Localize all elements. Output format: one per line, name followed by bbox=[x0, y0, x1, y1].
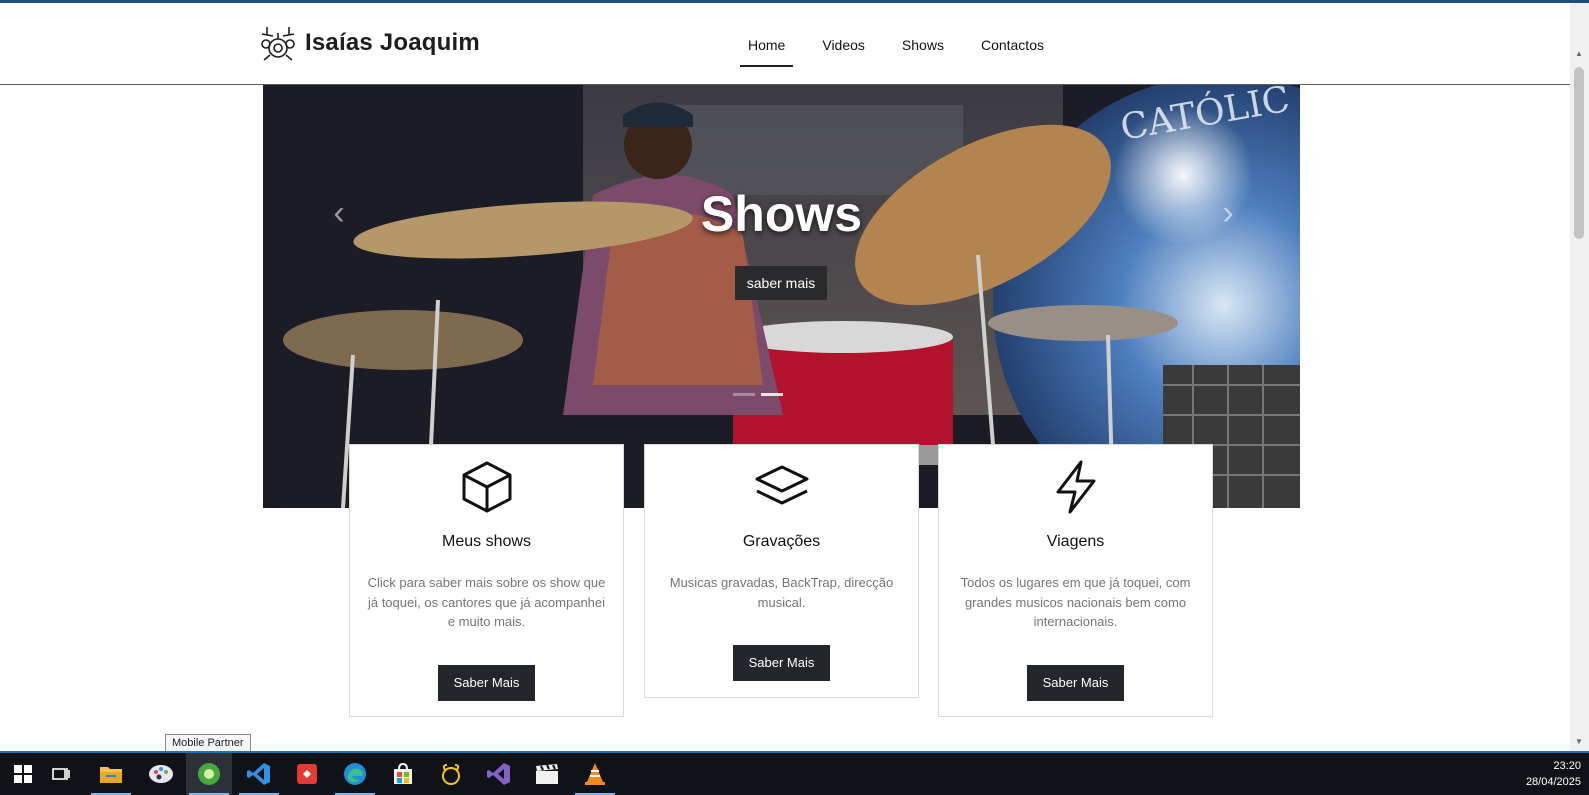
edge-icon[interactable] bbox=[332, 753, 378, 795]
scroll-thumb[interactable] bbox=[1574, 67, 1584, 239]
mobile-partner-icon[interactable] bbox=[186, 753, 232, 795]
hero-saber-mais-button[interactable]: saber mais bbox=[735, 266, 827, 300]
vlc-icon[interactable] bbox=[572, 753, 618, 795]
card-saber-mais-button[interactable]: Saber Mais bbox=[732, 645, 831, 681]
nav-link-home[interactable]: Home bbox=[740, 31, 794, 67]
app-icon[interactable] bbox=[428, 753, 474, 795]
carousel-indicator-1[interactable] bbox=[733, 393, 755, 396]
card-gravacoes: Gravações Musicas gravadas, BackTrap, di… bbox=[644, 444, 919, 698]
drum-kit-icon bbox=[261, 27, 295, 61]
task-view-icon[interactable] bbox=[38, 753, 84, 795]
nav-link-videos[interactable]: Videos bbox=[814, 31, 873, 67]
clock-date: 28/04/2025 bbox=[1525, 776, 1581, 788]
card-saber-mais-button[interactable]: Saber Mais bbox=[1026, 664, 1125, 701]
card-title: Meus shows bbox=[442, 533, 531, 550]
card-text: Click para saber mais sobre os show que … bbox=[367, 575, 606, 629]
clock-time: 23:20 bbox=[1553, 760, 1581, 772]
cube-icon bbox=[462, 461, 511, 513]
git-icon[interactable] bbox=[284, 753, 330, 795]
nav-link-contactos[interactable]: Contactos bbox=[973, 31, 1052, 67]
card-text: Todos os lugares em que já toquei, com g… bbox=[960, 575, 1191, 629]
lightning-icon bbox=[1056, 460, 1095, 514]
visual-studio-icon[interactable] bbox=[476, 753, 522, 795]
hero-title: Shows bbox=[700, 186, 863, 242]
clapperboard-icon[interactable] bbox=[524, 753, 570, 795]
card-saber-mais-button[interactable]: Saber Mais bbox=[437, 664, 536, 701]
card-title: Gravações bbox=[742, 533, 821, 550]
scroll-down-arrow-icon[interactable]: ▼ bbox=[1575, 737, 1583, 746]
system-clock[interactable]: 23:20 28/04/2025 bbox=[1526, 758, 1581, 790]
nav-link-shows[interactable]: Shows bbox=[894, 31, 952, 67]
carousel-indicator-2[interactable] bbox=[761, 393, 783, 396]
paint-icon[interactable] bbox=[138, 753, 184, 795]
card-viagens: Viagens Todos os lugares em que já toque… bbox=[938, 444, 1213, 717]
layers-icon bbox=[755, 465, 808, 505]
vscode-icon[interactable] bbox=[236, 753, 282, 795]
taskbar: 23:20 28/04/2025 bbox=[0, 751, 1589, 795]
file-explorer-icon[interactable] bbox=[88, 753, 134, 795]
nav-menu: Home Videos Shows Contactos bbox=[740, 31, 1073, 67]
card-meus-shows: Meus shows Click para saber mais sobre o… bbox=[349, 444, 624, 717]
carousel-indicators bbox=[733, 393, 783, 396]
navbar: Isaías Joaquim Home Videos Shows Contact… bbox=[0, 3, 1570, 85]
brand-name: Isaías Joaquim bbox=[305, 29, 480, 56]
page-scrollbar[interactable]: ▲ ▼ bbox=[1570, 3, 1589, 751]
card-text: Musicas gravadas, BackTrap, direcção mus… bbox=[669, 575, 894, 610]
card-title: Viagens bbox=[1046, 533, 1105, 550]
chevron-right-icon[interactable]: › bbox=[1214, 193, 1242, 233]
chevron-left-icon[interactable]: ‹ bbox=[325, 193, 353, 233]
store-icon[interactable] bbox=[380, 753, 426, 795]
taskbar-tooltip: Mobile Partner bbox=[165, 734, 251, 752]
scroll-up-arrow-icon[interactable]: ▲ bbox=[1575, 49, 1583, 58]
brand[interactable]: Isaías Joaquim bbox=[261, 25, 480, 61]
